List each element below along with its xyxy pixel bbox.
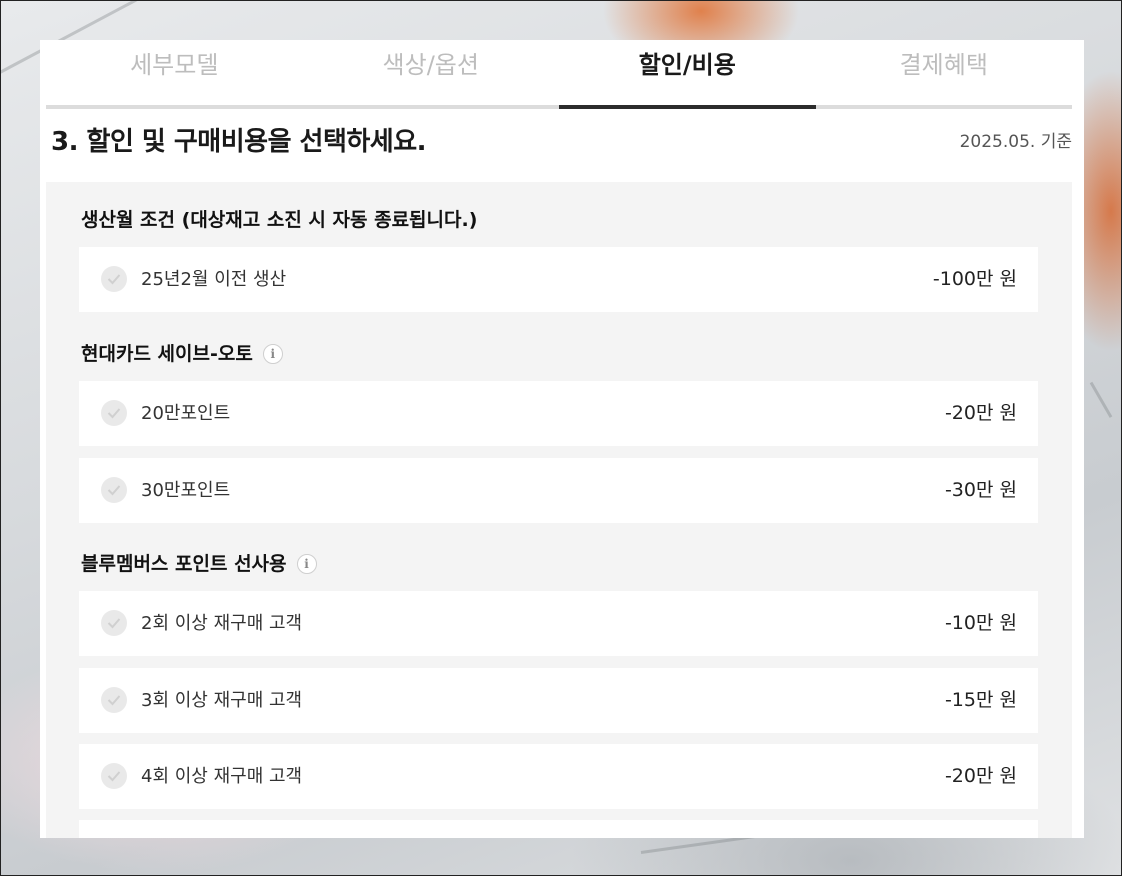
- check-icon[interactable]: [101, 763, 127, 789]
- option-before-feb-production[interactable]: 25년2월 이전 생산 -100만 원: [79, 247, 1038, 312]
- option-amount: -100만 원: [932, 268, 1017, 290]
- option-partial-next[interactable]: [79, 820, 1038, 838]
- option-label: 25년2월 이전 생산: [141, 269, 287, 290]
- option-2-repurchase[interactable]: 2회 이상 재구매 고객 -10만 원: [79, 591, 1038, 656]
- group-title-label: 블루멤버스 포인트 선사용: [81, 553, 287, 575]
- option-label: 3회 이상 재구매 고객: [141, 690, 303, 711]
- screenshot-frame: 세부모델 색상/옵션 할인/비용 결제혜택 3. 할인 및 구매비용을 선택하세…: [0, 0, 1122, 876]
- option-amount: -20만 원: [944, 402, 1017, 424]
- check-icon[interactable]: [101, 477, 127, 503]
- check-icon[interactable]: [101, 266, 127, 292]
- option-label: 2회 이상 재구매 고객: [141, 613, 303, 634]
- check-icon[interactable]: [101, 687, 127, 713]
- discount-options-section: 생산월 조건 (대상재고 소진 시 자동 종료됩니다.) 25년2월 이전 생산…: [46, 182, 1072, 838]
- group-title-label: 현대카드 세이브-오토: [81, 343, 253, 365]
- discount-panel: 세부모델 색상/옵션 할인/비용 결제혜택 3. 할인 및 구매비용을 선택하세…: [40, 40, 1084, 838]
- tab-detail-model[interactable]: 세부모델: [46, 40, 303, 105]
- group-title-production-month: 생산월 조건 (대상재고 소진 시 자동 종료됩니다.): [81, 207, 477, 233]
- tab-color-options[interactable]: 색상/옵션: [303, 40, 560, 105]
- step-tabs: 세부모델 색상/옵션 할인/비용 결제혜택: [46, 40, 1072, 109]
- option-3-repurchase[interactable]: 3회 이상 재구매 고객 -15만 원: [79, 668, 1038, 733]
- page-title: 3. 할인 및 구매비용을 선택하세요.: [51, 127, 427, 157]
- date-note: 2025.05. 기준: [959, 132, 1072, 152]
- check-icon[interactable]: [101, 610, 127, 636]
- option-amount: -10만 원: [944, 612, 1017, 634]
- group-title-blue-members: 블루멤버스 포인트 선사용 i: [81, 551, 317, 577]
- option-label: 4회 이상 재구매 고객: [141, 766, 303, 787]
- info-icon[interactable]: i: [262, 344, 283, 364]
- option-amount: -15만 원: [944, 689, 1017, 711]
- option-4-repurchase[interactable]: 4회 이상 재구매 고객 -20만 원: [79, 744, 1038, 809]
- option-label: 20만포인트: [141, 403, 231, 424]
- tab-discount-cost[interactable]: 할인/비용: [559, 40, 816, 109]
- option-amount: -30만 원: [944, 479, 1017, 501]
- option-amount: -20만 원: [944, 765, 1017, 787]
- heading-row: 3. 할인 및 구매비용을 선택하세요. 2025.05. 기준: [51, 122, 1072, 162]
- group-title-hyundai-card: 현대카드 세이브-오토 i: [81, 341, 283, 367]
- option-300k-points[interactable]: 30만포인트 -30만 원: [79, 458, 1038, 523]
- tab-payment-benefits[interactable]: 결제혜택: [816, 40, 1073, 105]
- option-200k-points[interactable]: 20만포인트 -20만 원: [79, 381, 1038, 446]
- group-title-label: 생산월 조건 (대상재고 소진 시 자동 종료됩니다.): [81, 209, 478, 231]
- check-icon[interactable]: [101, 400, 127, 426]
- option-label: 30만포인트: [141, 480, 231, 501]
- info-icon[interactable]: i: [296, 554, 317, 574]
